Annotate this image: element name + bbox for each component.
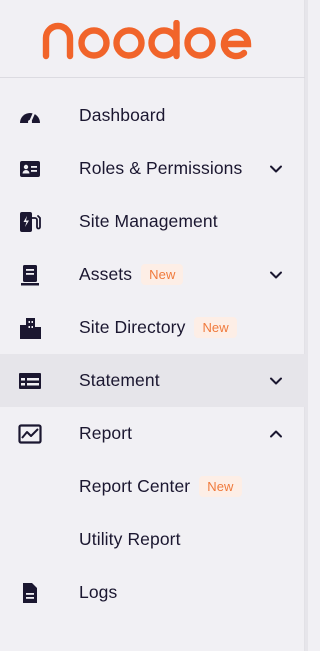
sidebar-subitem-utility-report[interactable]: Utility Report bbox=[0, 513, 305, 566]
sidebar-item-site-management[interactable]: Site Management bbox=[0, 195, 305, 248]
sidebar-item-statement[interactable]: Statement bbox=[0, 354, 305, 407]
sidebar-item-label: Report Center New bbox=[79, 476, 242, 497]
sidebar-item-label: Assets New bbox=[79, 264, 184, 285]
noodoe-logo bbox=[42, 20, 252, 60]
sidebar-item-label: Site Management bbox=[79, 211, 218, 231]
sidebar-item-site-directory[interactable]: Site Directory New bbox=[0, 301, 305, 354]
sidebar-item-label: Logs bbox=[79, 582, 118, 602]
chart-icon bbox=[18, 422, 42, 446]
sidebar-item-label: Utility Report bbox=[79, 529, 181, 549]
sidebar-item-roles-permissions[interactable]: Roles & Permissions bbox=[0, 142, 305, 195]
sidebar-item-dashboard[interactable]: Dashboard bbox=[0, 89, 305, 142]
nav-menu: Dashboard Roles & Permissions Site Manag… bbox=[0, 89, 305, 619]
sidebar-item-label: Site Directory New bbox=[79, 317, 237, 338]
sidebar-item-label: Dashboard bbox=[79, 105, 166, 125]
sidebar: noodoe Dashboard bbox=[0, 0, 305, 651]
sidebar-item-label: Roles & Permissions bbox=[79, 158, 243, 178]
sidebar-item-logs[interactable]: Logs bbox=[0, 566, 305, 619]
table-icon bbox=[18, 369, 42, 393]
server-icon bbox=[18, 263, 42, 287]
buildings-icon bbox=[18, 316, 42, 340]
logo[interactable]: noodoe bbox=[0, 0, 305, 78]
chevron-down-icon[interactable] bbox=[269, 162, 283, 176]
new-badge: New bbox=[199, 476, 242, 497]
sidebar-item-label: Report bbox=[79, 423, 133, 443]
ev-charger-icon bbox=[18, 210, 42, 234]
speedometer-icon bbox=[18, 104, 42, 128]
id-card-icon bbox=[18, 157, 42, 181]
sidebar-item-assets[interactable]: Assets New bbox=[0, 248, 305, 301]
sidebar-subitem-report-center[interactable]: Report Center New bbox=[0, 460, 305, 513]
scrollbar-track[interactable] bbox=[305, 0, 308, 651]
sidebar-item-label: Statement bbox=[79, 370, 160, 390]
new-badge: New bbox=[141, 264, 184, 285]
sidebar-item-report[interactable]: Report bbox=[0, 407, 305, 460]
chevron-down-icon[interactable] bbox=[269, 268, 283, 282]
document-icon bbox=[18, 581, 42, 605]
chevron-down-icon[interactable] bbox=[269, 374, 283, 388]
new-badge: New bbox=[194, 317, 237, 338]
chevron-up-icon[interactable] bbox=[269, 427, 283, 441]
